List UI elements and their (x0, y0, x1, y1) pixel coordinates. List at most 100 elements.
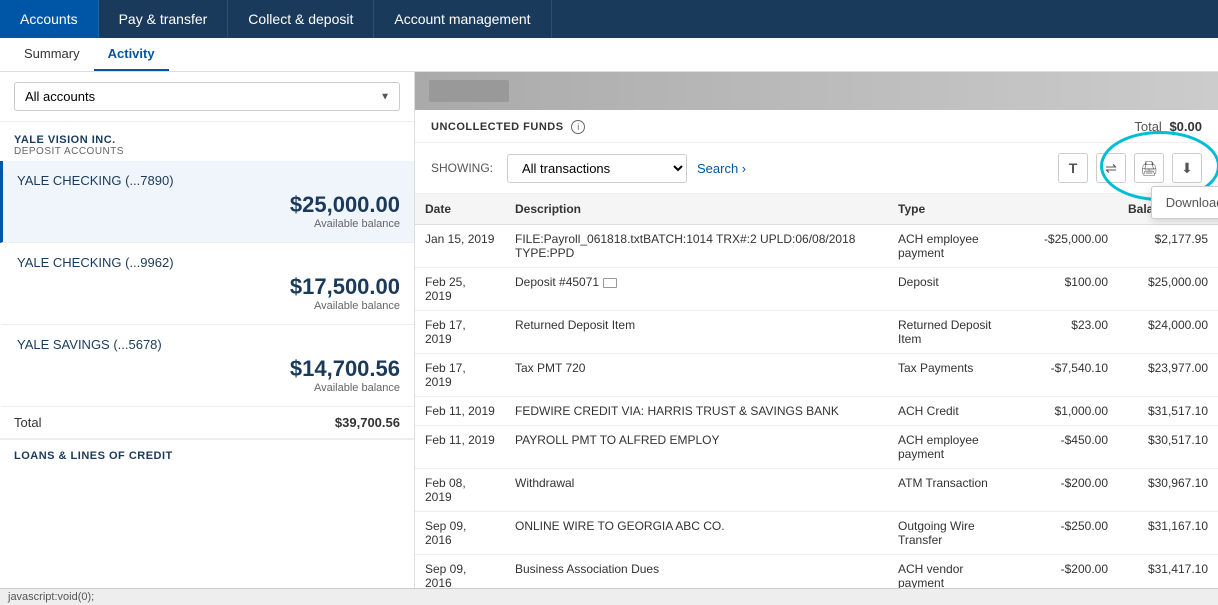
cell-type: Tax Payments (888, 354, 1018, 397)
tab-activity[interactable]: Activity (94, 38, 169, 71)
nav-collect-deposit[interactable]: Collect & deposit (228, 0, 374, 38)
table-row: Feb 17, 2019Returned Deposit ItemReturne… (415, 311, 1218, 354)
header-date: Date (415, 194, 505, 225)
account-name-9962: YALE CHECKING (...9962) (17, 255, 400, 270)
uncollected-funds-bar: UNCOLLECTED FUNDS i Total $0.00 (415, 110, 1218, 143)
cell-amount: -$200.00 (1018, 469, 1118, 512)
cell-description: FEDWIRE CREDIT VIA: HARRIS TRUST & SAVIN… (505, 397, 888, 426)
total-amount: $39,700.56 (335, 415, 400, 430)
sub-navigation: Summary Activity (0, 38, 1218, 72)
company-section: YALE VISION INC. DEPOSIT ACCOUNTS (0, 122, 414, 161)
cell-balance: $24,000.00 (1118, 311, 1218, 354)
table-row: Jan 15, 2019FILE:Payroll_061818.txtBATCH… (415, 225, 1218, 268)
uncollected-total: Total $0.00 (1134, 119, 1202, 134)
cell-type: Deposit (888, 268, 1018, 311)
cell-description: Deposit #45071 (505, 268, 888, 311)
cell-date: Jan 15, 2019 (415, 225, 505, 268)
header-amount (1018, 194, 1118, 225)
cell-type: Outgoing Wire Transfer (888, 512, 1018, 555)
cell-date: Sep 09, 2016 (415, 512, 505, 555)
uncollected-info-icon[interactable]: i (571, 120, 585, 134)
sidebar: All accounts YALE VISION INC. DEPOSIT AC… (0, 72, 415, 605)
cell-amount: $23.00 (1018, 311, 1118, 354)
header-type: Type (888, 194, 1018, 225)
cell-date: Feb 25, 2019 (415, 268, 505, 311)
account-item-7890[interactable]: YALE CHECKING (...7890) $25,000.00 Avail… (0, 161, 414, 243)
header-description: Description (505, 194, 888, 225)
cell-balance: $31,167.10 (1118, 512, 1218, 555)
text-size-icon: T (1069, 160, 1078, 176)
uncollected-label: UNCOLLECTED FUNDS i (431, 118, 585, 134)
account-balance-label-5678: Available balance (17, 382, 400, 394)
download-tooltip: Download account activity (1151, 186, 1218, 219)
table-row: Feb 08, 2019WithdrawalATM Transaction-$2… (415, 469, 1218, 512)
nav-accounts[interactable]: Accounts (0, 0, 99, 38)
cell-type: ACH Credit (888, 397, 1018, 426)
cell-date: Feb 11, 2019 (415, 397, 505, 426)
cell-amount: -$7,540.10 (1018, 354, 1118, 397)
account-image (429, 80, 509, 102)
cell-amount: -$25,000.00 (1018, 225, 1118, 268)
transactions-table: Date Description Type Balance Jan 15, 20… (415, 194, 1218, 605)
tab-summary[interactable]: Summary (10, 38, 94, 71)
cell-description: Withdrawal (505, 469, 888, 512)
cell-amount: $1,000.00 (1018, 397, 1118, 426)
cell-description: FILE:Payroll_061818.txtBATCH:1014 TRX#:2… (505, 225, 888, 268)
cell-date: Feb 11, 2019 (415, 426, 505, 469)
cell-balance: $25,000.00 (1118, 268, 1218, 311)
total-label: Total (14, 415, 41, 430)
cell-type: ACH employee payment (888, 225, 1018, 268)
download-icon: ⬇ (1181, 160, 1193, 177)
nav-pay-transfer[interactable]: Pay & transfer (99, 0, 229, 38)
cell-type: Returned Deposit Item (888, 311, 1018, 354)
print-icon: 🖨 (1140, 160, 1158, 177)
account-name-7890: YALE CHECKING (...7890) (17, 173, 400, 188)
cell-balance: $30,517.10 (1118, 426, 1218, 469)
filter-icon: ⇌ (1105, 160, 1117, 177)
search-button[interactable]: Search › (697, 161, 746, 176)
main-content: UNCOLLECTED FUNDS i Total $0.00 SHOWING:… (415, 72, 1218, 605)
cell-amount: $100.00 (1018, 268, 1118, 311)
cell-balance: $23,977.00 (1118, 354, 1218, 397)
cell-description: ONLINE WIRE TO GEORGIA ABC CO. (505, 512, 888, 555)
cell-balance: $2,177.95 (1118, 225, 1218, 268)
cell-balance: $31,517.10 (1118, 397, 1218, 426)
account-balance-label-7890: Available balance (17, 218, 400, 230)
main-layout: All accounts YALE VISION INC. DEPOSIT AC… (0, 72, 1218, 605)
cell-amount: -$250.00 (1018, 512, 1118, 555)
table-row: Feb 11, 2019PAYROLL PMT TO ALFRED EMPLOY… (415, 426, 1218, 469)
account-image-bar (415, 72, 1218, 110)
account-filter[interactable]: All accounts (0, 72, 414, 122)
account-balance-7890: $25,000.00 (17, 192, 400, 218)
cell-description: PAYROLL PMT TO ALFRED EMPLOY (505, 426, 888, 469)
company-subtitle: DEPOSIT ACCOUNTS (14, 146, 400, 157)
table-header-row: Date Description Type Balance (415, 194, 1218, 225)
document-icon[interactable] (603, 278, 617, 288)
cell-balance: $30,967.10 (1118, 469, 1218, 512)
filter-icon-button[interactable]: ⇌ (1096, 153, 1126, 183)
cell-type: ACH employee payment (888, 426, 1018, 469)
account-item-5678[interactable]: YALE SAVINGS (...5678) $14,700.56 Availa… (0, 325, 414, 407)
account-balance-9962: $17,500.00 (17, 274, 400, 300)
text-size-icon-button[interactable]: T (1058, 153, 1088, 183)
table-row: Feb 25, 2019Deposit #45071Deposit$100.00… (415, 268, 1218, 311)
filter-icons: T ⇌ 🖨 ⬇ Download account activity (1058, 153, 1202, 183)
cell-type: ATM Transaction (888, 469, 1018, 512)
transaction-type-select[interactable]: All transactions (507, 154, 687, 183)
showing-label: SHOWING: (431, 161, 493, 175)
account-item-9962[interactable]: YALE CHECKING (...9962) $17,500.00 Avail… (0, 243, 414, 325)
download-icon-button[interactable]: ⬇ Download account activity (1172, 153, 1202, 183)
status-bar: javascript:void(0); (0, 588, 1218, 605)
nav-account-management[interactable]: Account management (374, 0, 551, 38)
account-balance-5678: $14,700.56 (17, 356, 400, 382)
print-icon-button[interactable]: 🖨 (1134, 153, 1164, 183)
table-row: Feb 17, 2019Tax PMT 720Tax Payments-$7,5… (415, 354, 1218, 397)
cell-date: Feb 17, 2019 (415, 354, 505, 397)
cell-date: Feb 08, 2019 (415, 469, 505, 512)
table-row: Sep 09, 2016ONLINE WIRE TO GEORGIA ABC C… (415, 512, 1218, 555)
table-row: Feb 11, 2019FEDWIRE CREDIT VIA: HARRIS T… (415, 397, 1218, 426)
company-name: YALE VISION INC. (14, 134, 400, 146)
deposit-accounts-total: Total $39,700.56 (0, 407, 414, 439)
cell-date: Feb 17, 2019 (415, 311, 505, 354)
account-filter-select[interactable]: All accounts (14, 82, 400, 111)
